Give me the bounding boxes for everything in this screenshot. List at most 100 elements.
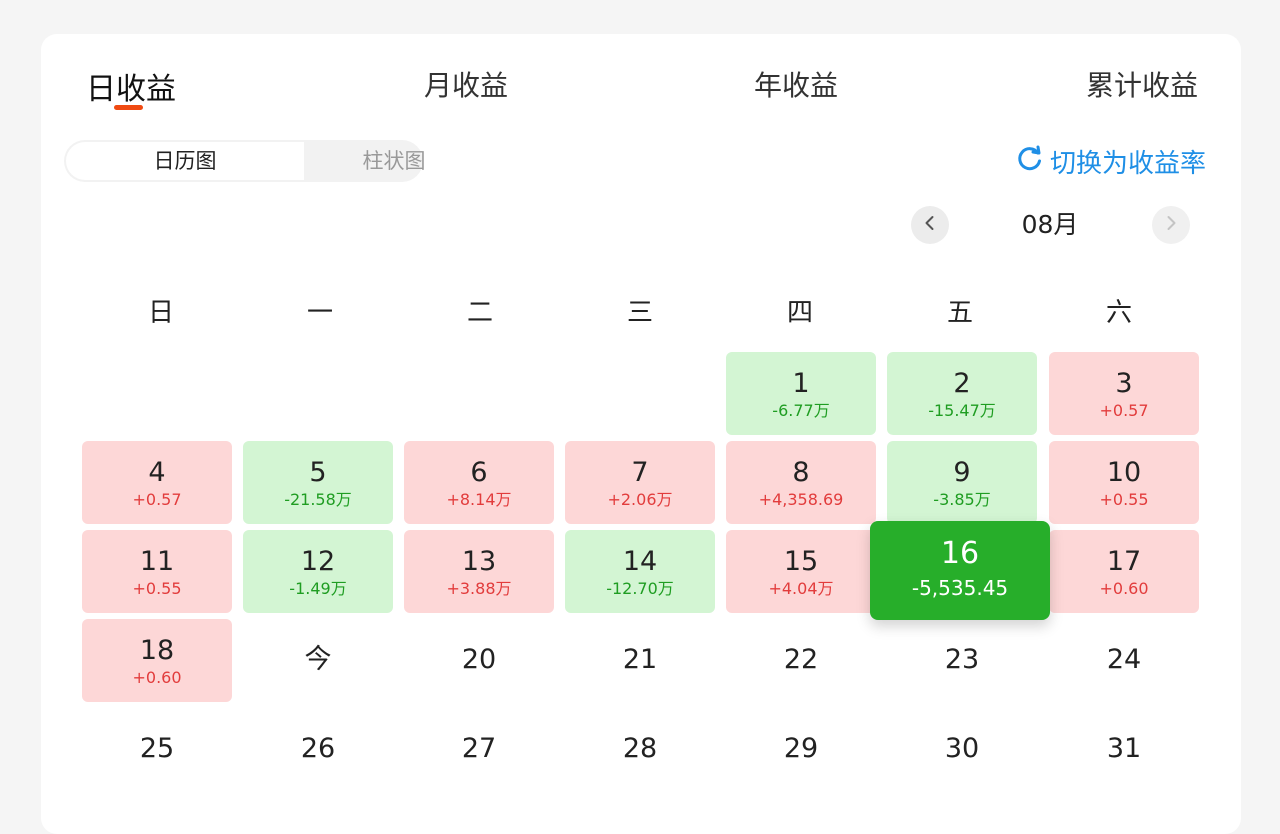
day-earnings-value: +0.57 xyxy=(1099,401,1149,420)
next-month-button[interactable] xyxy=(1152,206,1190,244)
day-earnings-value: -21.58万 xyxy=(284,490,352,509)
day-number: 4 xyxy=(148,457,166,488)
calendar-day[interactable]: 7 +2.06万 xyxy=(565,441,715,524)
calendar-day[interactable]: 6 +8.14万 xyxy=(404,441,554,524)
day-number: 14 xyxy=(622,546,658,577)
calendar-day[interactable]: 26 xyxy=(243,708,393,791)
calendar-day[interactable]: 18 +0.60 xyxy=(82,619,232,702)
day-number: 26 xyxy=(300,733,336,764)
calendar-day[interactable]: 3 +0.57 xyxy=(1049,352,1199,435)
calendar-day[interactable]: 22 xyxy=(726,619,876,702)
day-number: 27 xyxy=(461,733,497,764)
day-number: 5 xyxy=(309,457,327,488)
day-number: 16 xyxy=(940,536,980,571)
day-number: 12 xyxy=(300,546,336,577)
day-number: 31 xyxy=(1106,733,1142,764)
calendar-day[interactable]: 10 +0.55 xyxy=(1049,441,1199,524)
calendar-day[interactable]: 13 +3.88万 xyxy=(404,530,554,613)
calendar-day[interactable]: 30 xyxy=(887,708,1037,791)
tab-cumulative-earnings[interactable]: 累计收益 xyxy=(1086,64,1198,104)
calendar-day[interactable]: 25 xyxy=(82,708,232,791)
day-earnings-value: +0.60 xyxy=(132,668,182,687)
weekday-sun: 日 xyxy=(147,298,174,328)
day-earnings-value: +2.06万 xyxy=(607,490,673,509)
calendar-day[interactable]: 14 -12.70万 xyxy=(565,530,715,613)
weekday-fri: 五 xyxy=(946,298,973,328)
calendar-day[interactable]: 21 xyxy=(565,619,715,702)
day-earnings-value: -5,535.45 xyxy=(911,576,1009,600)
day-number: 10 xyxy=(1106,457,1142,488)
calendar-day[interactable]: 23 xyxy=(887,619,1037,702)
day-number: 1 xyxy=(792,368,810,399)
day-number: 13 xyxy=(461,546,497,577)
weekday-thu: 四 xyxy=(786,298,813,328)
calendar-day[interactable]: 9 -3.85万 xyxy=(887,441,1037,524)
day-number: 22 xyxy=(783,644,819,675)
day-number: 8 xyxy=(792,457,810,488)
calendar-day[interactable]: 今 xyxy=(243,619,393,702)
day-number: 18 xyxy=(139,635,175,666)
calendar-day[interactable]: 8 +4,358.69 xyxy=(726,441,876,524)
day-number: 30 xyxy=(944,733,980,764)
weekday-wed: 三 xyxy=(626,298,653,328)
day-earnings-value: +8.14万 xyxy=(446,490,512,509)
current-month-label: 08月 xyxy=(1021,210,1079,239)
day-number: 今 xyxy=(304,644,332,675)
day-number: 20 xyxy=(461,644,497,675)
previous-month-button[interactable] xyxy=(911,206,949,244)
day-number: 23 xyxy=(944,644,980,675)
day-earnings-value: +0.55 xyxy=(1099,490,1149,509)
weekday-sat: 六 xyxy=(1105,298,1132,328)
chevron-right-icon xyxy=(1163,215,1179,235)
active-tab-indicator xyxy=(114,105,143,110)
calendar-day[interactable]: 20 xyxy=(404,619,554,702)
day-number: 29 xyxy=(783,733,819,764)
calendar-day[interactable]: 1 -6.77万 xyxy=(726,352,876,435)
calendar-day[interactable]: 29 xyxy=(726,708,876,791)
weekday-tue: 二 xyxy=(466,298,493,328)
calendar-day[interactable]: 4 +0.57 xyxy=(82,441,232,524)
tab-daily-earnings[interactable]: 日收益 xyxy=(86,64,176,108)
weekday-mon: 一 xyxy=(306,298,333,328)
day-number: 15 xyxy=(783,546,819,577)
calendar-day[interactable]: 24 xyxy=(1049,619,1199,702)
day-earnings-value: +0.57 xyxy=(132,490,182,509)
calendar-day[interactable]: 15 +4.04万 xyxy=(726,530,876,613)
calendar-day[interactable]: 31 xyxy=(1049,708,1199,791)
calendar-day[interactable]: 11 +0.55 xyxy=(82,530,232,613)
day-number: 11 xyxy=(139,546,175,577)
calendar-day[interactable]: 5 -21.58万 xyxy=(243,441,393,524)
calendar-day[interactable]: 27 xyxy=(404,708,554,791)
day-number: 3 xyxy=(1115,368,1133,399)
calendar-view-button[interactable]: 日历图 xyxy=(66,142,304,180)
day-number: 25 xyxy=(139,733,175,764)
day-earnings-value: -6.77万 xyxy=(772,401,830,420)
day-earnings-value: -15.47万 xyxy=(928,401,996,420)
day-number: 2 xyxy=(953,368,971,399)
chevron-left-icon xyxy=(922,215,938,235)
tab-yearly-earnings[interactable]: 年收益 xyxy=(754,64,838,104)
day-earnings-value: +3.88万 xyxy=(446,579,512,598)
day-earnings-value: +4.04万 xyxy=(768,579,834,598)
day-number: 21 xyxy=(622,644,658,675)
day-earnings-value: +0.60 xyxy=(1099,579,1149,598)
day-earnings-value: -1.49万 xyxy=(289,579,347,598)
calendar-day[interactable]: 2 -15.47万 xyxy=(887,352,1037,435)
day-earnings-value: +4,358.69 xyxy=(758,490,844,509)
day-number: 17 xyxy=(1106,546,1142,577)
calendar-day-selected[interactable]: 16 -5,535.45 xyxy=(870,521,1050,620)
day-number: 9 xyxy=(953,457,971,488)
switch-link-label: 切换为收益率 xyxy=(1050,148,1207,179)
tab-monthly-earnings[interactable]: 月收益 xyxy=(424,64,508,104)
day-number: 6 xyxy=(470,457,488,488)
switch-to-return-rate-link[interactable]: 切换为收益率 xyxy=(1016,144,1207,179)
bar-chart-view-button[interactable]: 柱状图 xyxy=(304,140,484,182)
view-toggle: 日历图 柱状图 xyxy=(64,140,426,182)
calendar-day[interactable]: 12 -1.49万 xyxy=(243,530,393,613)
refresh-icon xyxy=(1016,144,1044,179)
day-earnings-value: -12.70万 xyxy=(606,579,674,598)
calendar-day[interactable]: 28 xyxy=(565,708,715,791)
day-earnings-value: +0.55 xyxy=(132,579,182,598)
day-number: 7 xyxy=(631,457,649,488)
calendar-day[interactable]: 17 +0.60 xyxy=(1049,530,1199,613)
